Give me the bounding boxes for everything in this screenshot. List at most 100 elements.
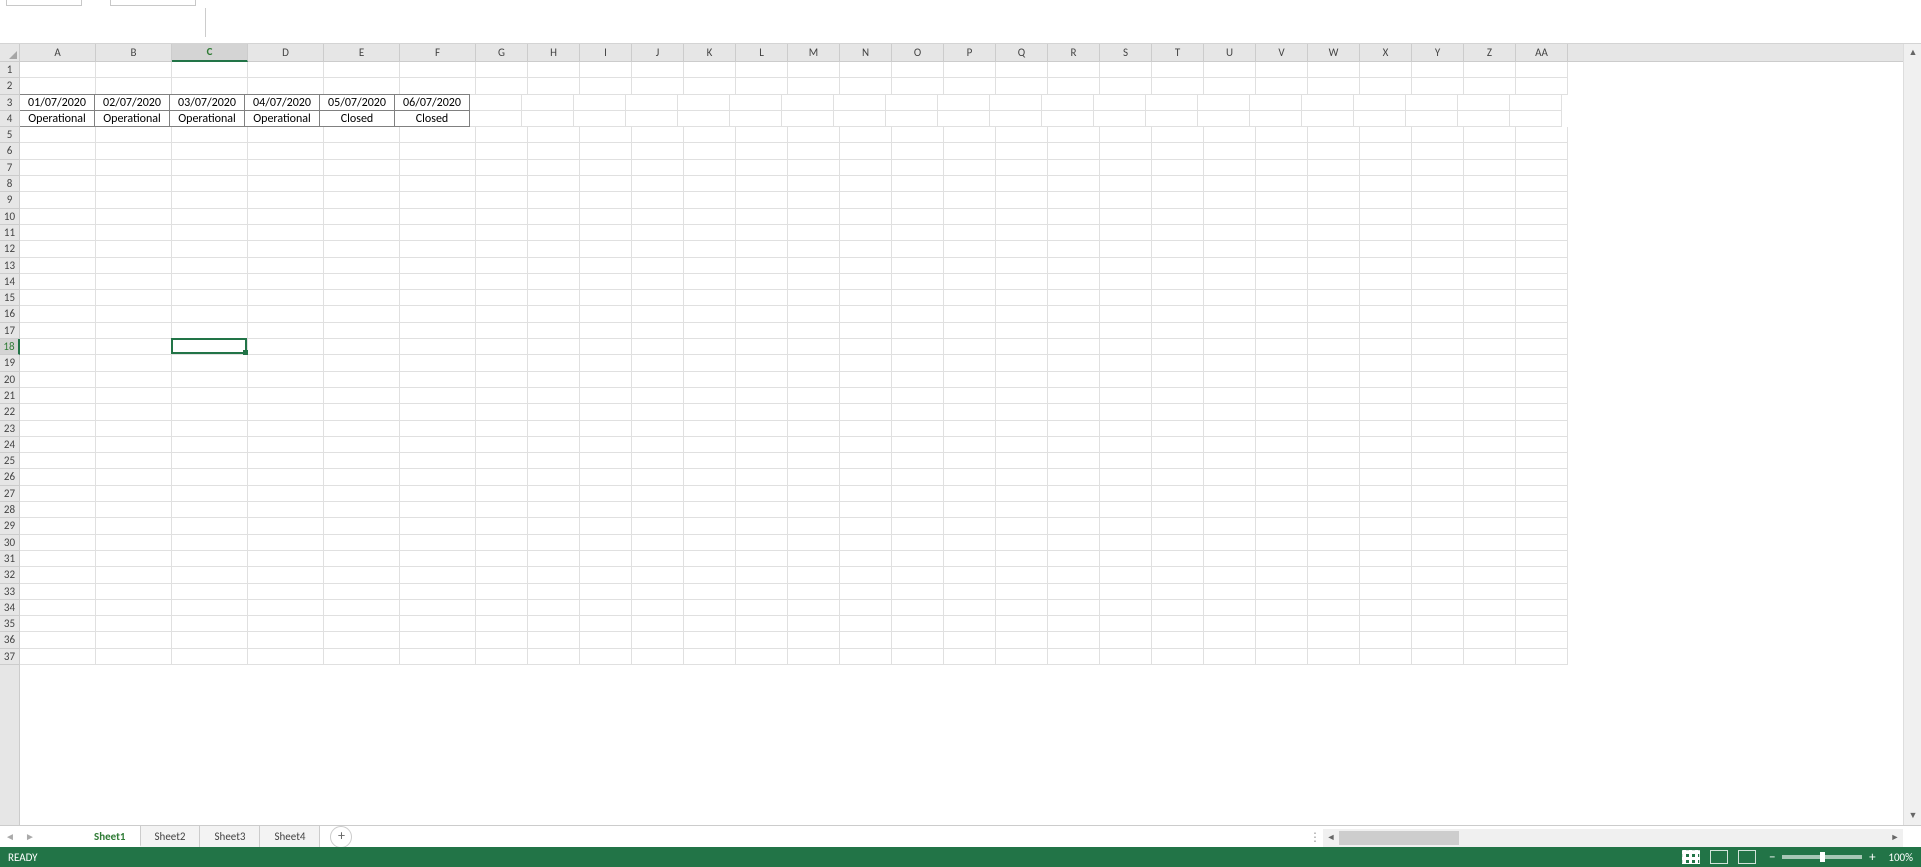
cell[interactable] <box>788 632 840 648</box>
cell[interactable] <box>684 600 736 616</box>
cell[interactable] <box>788 584 840 600</box>
cell[interactable] <box>96 323 172 339</box>
cell[interactable] <box>248 62 324 78</box>
cell[interactable] <box>1308 469 1360 485</box>
cell[interactable] <box>892 241 944 257</box>
cell[interactable] <box>400 78 476 94</box>
cell[interactable] <box>1308 372 1360 388</box>
cell[interactable] <box>1308 241 1360 257</box>
cell[interactable] <box>324 518 400 534</box>
column-header[interactable]: Z <box>1464 44 1516 62</box>
cell[interactable] <box>840 241 892 257</box>
cell[interactable] <box>1256 453 1308 469</box>
cell[interactable] <box>1152 567 1204 583</box>
cell[interactable] <box>1100 535 1152 551</box>
cell[interactable] <box>324 632 400 648</box>
cell[interactable] <box>248 502 324 518</box>
cell[interactable] <box>788 535 840 551</box>
cell[interactable] <box>580 388 632 404</box>
cell[interactable] <box>684 453 736 469</box>
cell[interactable] <box>1204 225 1256 241</box>
cell[interactable] <box>1100 306 1152 322</box>
cell[interactable] <box>632 323 684 339</box>
cell[interactable] <box>1048 78 1100 94</box>
cell[interactable] <box>1308 258 1360 274</box>
cell[interactable] <box>400 176 476 192</box>
cell[interactable] <box>944 421 996 437</box>
cell[interactable] <box>736 616 788 632</box>
cell[interactable] <box>736 437 788 453</box>
cell[interactable] <box>944 632 996 648</box>
cell[interactable] <box>1256 225 1308 241</box>
cell[interactable] <box>1152 421 1204 437</box>
cell[interactable] <box>248 225 324 241</box>
cell[interactable] <box>1152 518 1204 534</box>
cell[interactable] <box>324 469 400 485</box>
cell[interactable] <box>1406 111 1458 127</box>
cell[interactable] <box>172 241 248 257</box>
cell[interactable] <box>1464 616 1516 632</box>
cell[interactable] <box>1152 372 1204 388</box>
cell[interactable] <box>944 274 996 290</box>
cell[interactable] <box>20 453 96 469</box>
cell[interactable] <box>1360 502 1412 518</box>
column-header[interactable]: K <box>684 44 736 62</box>
cell[interactable] <box>1152 192 1204 208</box>
cell[interactable] <box>944 600 996 616</box>
cell[interactable] <box>684 584 736 600</box>
cell[interactable] <box>736 209 788 225</box>
cell[interactable] <box>1516 241 1568 257</box>
cell[interactable] <box>248 192 324 208</box>
column-header[interactable]: T <box>1152 44 1204 62</box>
cell[interactable] <box>1360 469 1412 485</box>
cell[interactable] <box>580 192 632 208</box>
cell[interactable] <box>400 143 476 159</box>
column-header[interactable]: M <box>788 44 840 62</box>
cell[interactable] <box>172 486 248 502</box>
column-headers[interactable]: ABCDEFGHIJKLMNOPQRSTUVWXYZAA <box>20 44 1903 62</box>
cell[interactable] <box>1360 241 1412 257</box>
cell[interactable] <box>944 176 996 192</box>
cell[interactable] <box>400 306 476 322</box>
row-header[interactable]: 11 <box>0 225 19 241</box>
cell[interactable] <box>248 323 324 339</box>
cell[interactable] <box>324 339 400 355</box>
cell[interactable] <box>788 372 840 388</box>
cell[interactable] <box>736 551 788 567</box>
cell[interactable] <box>1412 225 1464 241</box>
cell[interactable] <box>580 502 632 518</box>
cell[interactable] <box>944 209 996 225</box>
cell[interactable] <box>528 290 580 306</box>
cell[interactable] <box>1204 355 1256 371</box>
cell[interactable] <box>1204 453 1256 469</box>
cell[interactable] <box>528 469 580 485</box>
cell[interactable] <box>684 323 736 339</box>
cell[interactable] <box>476 143 528 159</box>
cell[interactable] <box>1100 502 1152 518</box>
cell[interactable]: Closed <box>319 110 395 127</box>
row-header[interactable]: 26 <box>0 469 19 485</box>
cell[interactable] <box>1406 95 1458 111</box>
cell[interactable] <box>528 649 580 665</box>
cell[interactable] <box>1152 339 1204 355</box>
cell[interactable] <box>632 339 684 355</box>
column-header[interactable]: O <box>892 44 944 62</box>
cell[interactable] <box>248 600 324 616</box>
cell[interactable] <box>996 616 1048 632</box>
column-header[interactable]: W <box>1308 44 1360 62</box>
cell[interactable] <box>996 274 1048 290</box>
cell[interactable] <box>1256 274 1308 290</box>
cell[interactable]: 02/07/2020 <box>94 94 170 111</box>
cell[interactable] <box>20 600 96 616</box>
cell[interactable] <box>172 437 248 453</box>
cell[interactable] <box>840 355 892 371</box>
cell[interactable] <box>1256 323 1308 339</box>
cell[interactable] <box>476 584 528 600</box>
cell[interactable] <box>736 258 788 274</box>
cell[interactable] <box>324 616 400 632</box>
cell[interactable] <box>528 437 580 453</box>
cell[interactable] <box>96 209 172 225</box>
cell[interactable] <box>632 241 684 257</box>
cell[interactable] <box>1204 600 1256 616</box>
cell[interactable] <box>1412 306 1464 322</box>
